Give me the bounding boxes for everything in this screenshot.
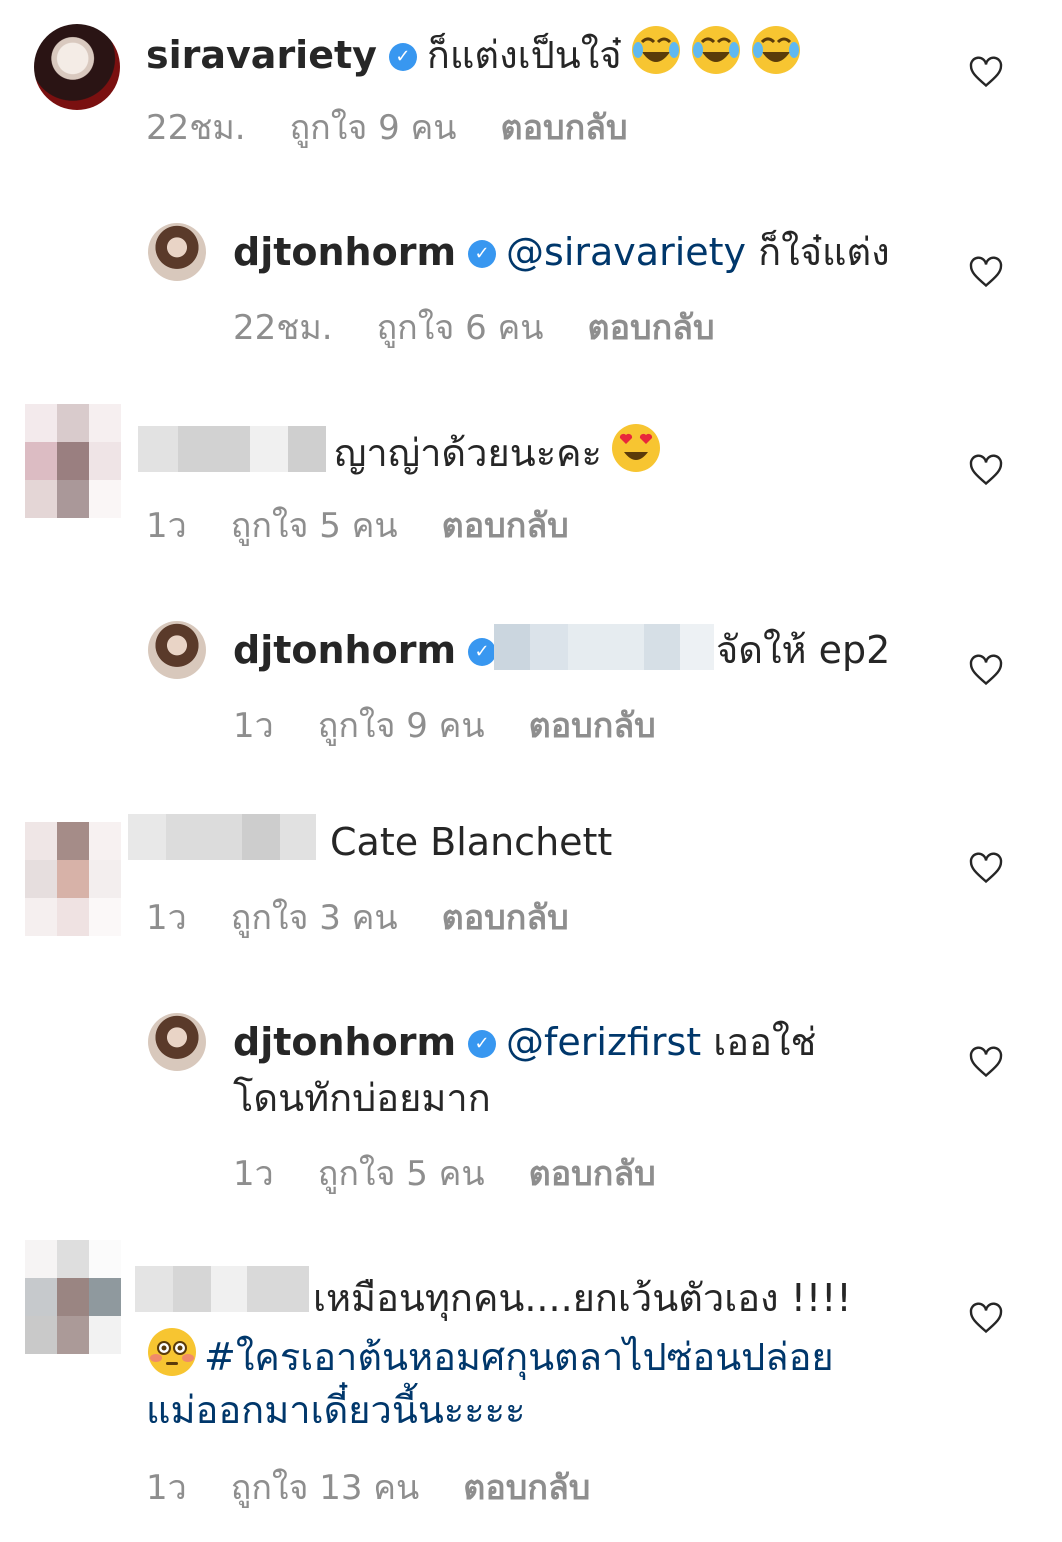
like-count[interactable]: ถูกใจ 5 คน <box>318 1154 485 1194</box>
comment-text-line: ญาญ่าด้วยนะคะ <box>334 422 662 481</box>
hashtag-link[interactable]: แม่ออกมาเดี๋ยวนี้นะะะะ <box>146 1388 525 1432</box>
comment-text: เหมือนทุกคน....ยกเว้นตัวเอง !!!! <box>313 1276 852 1320</box>
comment-meta: 1ว ถูกใจ 13 คน ตอบกลับ <box>146 1460 634 1514</box>
username[interactable]: djtonhorm <box>233 628 456 672</box>
timestamp: 1ว <box>146 506 187 546</box>
comment-text-line: djtonhorm ✓ @ferizfirst เออใช่ <box>233 1014 816 1070</box>
comment-text: จัดให้ ep2 <box>716 628 891 672</box>
comment-text-line: จัดให้ ep2 <box>716 622 890 678</box>
reply-button[interactable]: ตอบกลับ <box>501 108 628 148</box>
avatar[interactable] <box>25 1240 121 1354</box>
comment-text: โดนทักบ่อยมาก <box>233 1076 491 1120</box>
comment-text-line: djtonhorm ✓ @siravariety ก็ใจ๋แต่ง <box>233 224 890 280</box>
comment-text-line: siravariety ✓ ก็แต่งเป็นใจ๋ <box>146 24 802 83</box>
heart-icon[interactable] <box>968 1300 1004 1336</box>
comment-meta: 22ชม. ถูกใจ 6 คน ตอบกลับ <box>233 300 759 354</box>
comment-text: ก็ใจ๋แต่ง <box>758 230 890 274</box>
timestamp: 1ว <box>146 1468 187 1508</box>
heart-icon[interactable] <box>968 652 1004 688</box>
heart-eyes-icon <box>611 424 660 472</box>
reply-item: djtonhorm ✓ @ferizfirst เออใช่ โดนทักบ่อยม… <box>0 990 1062 1210</box>
comment-meta: 1ว ถูกใจ 3 คน ตอบกลับ <box>146 890 613 944</box>
comment-text: Cate Blanchett <box>330 820 613 864</box>
reply-item: djtonhorm ✓ จัดให้ ep2 1ว ถูกใจ 9 คน ตอบกลั… <box>0 598 1062 768</box>
heart-icon[interactable] <box>968 452 1004 488</box>
comment-item: ญาญ่าด้วยนะคะ 1ว ถูกใจ 5 คน ตอบกลับ <box>0 400 1062 570</box>
like-count[interactable]: ถูกใจ 3 คน <box>231 898 398 938</box>
heart-icon[interactable] <box>968 254 1004 290</box>
redacted-username[interactable] <box>138 426 326 472</box>
timestamp: 1ว <box>233 706 274 746</box>
face-with-tears-of-joy-icon <box>631 26 680 74</box>
comment-item: siravariety ✓ ก็แต่งเป็นใจ๋ 22ชม. ถูกใจ 9 ค… <box>0 0 1062 170</box>
avatar[interactable] <box>148 1013 206 1071</box>
reply-button[interactable]: ตอบกลับ <box>529 1154 656 1194</box>
redacted-username[interactable] <box>128 814 316 860</box>
like-count[interactable]: ถูกใจ 5 คน <box>231 506 398 546</box>
reply-button[interactable]: ตอบกลับ <box>442 898 569 938</box>
redacted-username[interactable] <box>135 1266 309 1312</box>
mention-link[interactable]: @siravariety <box>506 230 746 274</box>
comment-text: ญาญ่าด้วยนะคะ <box>334 431 602 475</box>
avatar[interactable] <box>148 223 206 281</box>
avatar[interactable] <box>34 24 120 110</box>
face-with-tears-of-joy-icon <box>751 26 800 74</box>
reply-button[interactable]: ตอบกลับ <box>442 506 569 546</box>
verified-badge-icon: ✓ <box>468 1030 497 1058</box>
like-count[interactable]: ถูกใจ 6 คน <box>377 308 544 348</box>
like-count[interactable]: ถูกใจ 13 คน <box>231 1468 420 1508</box>
timestamp: 22ชม. <box>146 108 246 148</box>
username[interactable]: djtonhorm <box>233 1020 456 1064</box>
timestamp: 1ว <box>146 898 187 938</box>
comment-item: Cate Blanchett 1ว ถูกใจ 3 คน ตอบกลับ <box>0 786 1062 976</box>
comment-item: เหมือนทุกคน....ยกเว้นตัวเอง !!!! #ใครเอา… <box>0 1238 1062 1528</box>
comment-text-line: เหมือนทุกคน....ยกเว้นตัวเอง !!!! <box>313 1270 852 1326</box>
timestamp: 22ชม. <box>233 308 333 348</box>
heart-icon[interactable] <box>968 850 1004 886</box>
avatar[interactable] <box>148 621 206 679</box>
comment-text-line: #ใครเอาต้นหอมศกุนตลาไปซ่อนปล่อย <box>146 1326 834 1385</box>
username[interactable]: siravariety <box>146 33 377 77</box>
comment-meta: 1ว ถูกใจ 5 คน ตอบกลับ <box>146 498 613 552</box>
reply-button[interactable]: ตอบกลับ <box>529 706 656 746</box>
comment-text-line: djtonhorm ✓ <box>233 622 506 678</box>
like-count[interactable]: ถูกใจ 9 คน <box>290 108 457 148</box>
verified-badge-icon: ✓ <box>468 638 497 666</box>
avatar[interactable] <box>25 822 121 936</box>
comment-text-line: โดนทักบ่อยมาก <box>233 1070 491 1126</box>
comment-text-line: แม่ออกมาเดี๋ยวนี้นะะะะ <box>146 1382 525 1438</box>
mention-link[interactable]: @ferizfirst <box>506 1020 701 1064</box>
face-with-tears-of-joy-icon <box>691 26 740 74</box>
comment-text: เออใช่ <box>713 1020 817 1064</box>
reply-button[interactable]: ตอบกลับ <box>463 1468 590 1508</box>
heart-icon[interactable] <box>968 1044 1004 1080</box>
reply-button[interactable]: ตอบกลับ <box>588 308 715 348</box>
comment-text-line: Cate Blanchett <box>330 814 612 870</box>
comment-meta: 1ว ถูกใจ 9 คน ตอบกลับ <box>233 698 700 752</box>
avatar[interactable] <box>25 404 121 518</box>
verified-badge-icon: ✓ <box>468 240 497 268</box>
heart-icon[interactable] <box>968 54 1004 90</box>
reply-item: djtonhorm ✓ @siravariety ก็ใจ๋แต่ง 22ชม. ถู… <box>0 200 1062 370</box>
redacted-mention[interactable] <box>494 624 714 670</box>
comment-meta: 22ชม. ถูกใจ 9 คน ตอบกลับ <box>146 100 672 154</box>
comment-meta: 1ว ถูกใจ 5 คน ตอบกลับ <box>233 1146 700 1200</box>
username[interactable]: djtonhorm <box>233 230 456 274</box>
timestamp: 1ว <box>233 1154 274 1194</box>
hashtag-link[interactable]: #ใครเอาต้นหอมศกุนตลาไปซ่อนปล่อย <box>204 1335 834 1379</box>
verified-badge-icon: ✓ <box>388 43 417 71</box>
like-count[interactable]: ถูกใจ 9 คน <box>318 706 485 746</box>
flushed-face-icon <box>148 1328 196 1376</box>
comment-text: ก็แต่งเป็นใจ๋ <box>426 33 622 77</box>
